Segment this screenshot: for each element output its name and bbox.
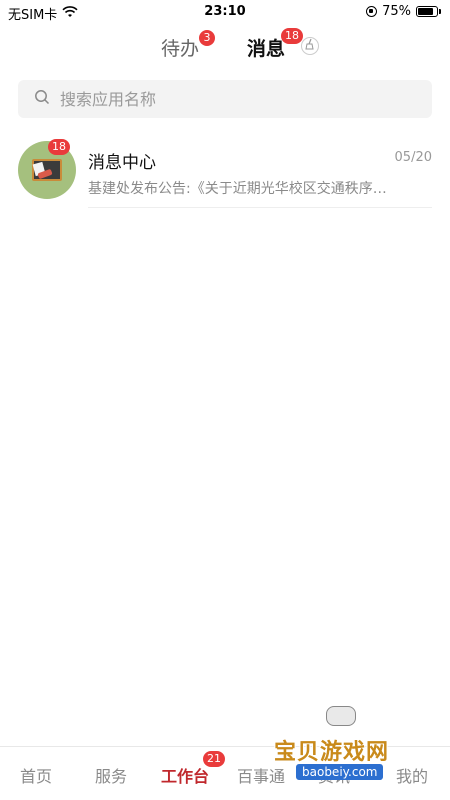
- status-right: 75%: [366, 4, 441, 19]
- tab-messages[interactable]: 消息 18: [247, 28, 303, 61]
- item-title: 消息中心: [88, 153, 156, 173]
- gamepad-icon: [326, 706, 356, 726]
- search-icon: [34, 89, 50, 109]
- orientation-lock-icon: [366, 6, 378, 17]
- nav-home[interactable]: 首页: [20, 763, 52, 787]
- status-bar: 无SIM卡 23:10 75%: [0, 0, 450, 24]
- nav-workbench-badge: 21: [203, 751, 225, 767]
- item-preview: 基建处发布公告:《关于近期光华校区交通秩序…: [88, 181, 387, 197]
- tab-messages-badge: 18: [281, 28, 303, 44]
- item-date: 05/20: [394, 150, 432, 165]
- nav-mine-label: 我的: [396, 767, 429, 786]
- tab-todo[interactable]: 待办 3: [161, 30, 215, 61]
- nav-news-label: 资讯: [318, 767, 351, 786]
- battery-icon: [416, 6, 441, 17]
- nav-baishitong-label: 百事通: [237, 767, 286, 786]
- nav-service[interactable]: 服务: [95, 763, 127, 787]
- nav-workbench[interactable]: 工作台 21: [161, 751, 225, 787]
- bottom-nav: 首页 服务 工作台 21 百事通 资讯 我的: [0, 746, 450, 800]
- top-tabs: 待办 3 消息 18: [0, 28, 450, 68]
- screen: 无SIM卡 23:10 75% 待办 3 消息 18 搜索应用名称 18 消息中…: [0, 0, 450, 800]
- tab-todo-badge: 3: [199, 30, 215, 46]
- battery-fill: [418, 8, 433, 15]
- nav-mine[interactable]: 我的: [396, 763, 428, 787]
- announcement-board-icon: 18: [18, 139, 76, 199]
- divider: [88, 207, 432, 208]
- message-list: 18 消息中心 05/20 基建处发布公告:《关于近期光华校区交通秩序…: [0, 132, 450, 208]
- unread-badge: 18: [48, 139, 70, 155]
- battery-percent: 75%: [382, 4, 411, 19]
- nav-baishitong[interactable]: 百事通: [237, 763, 285, 787]
- nav-news[interactable]: 资讯: [318, 763, 350, 787]
- tab-todo-label: 待办: [161, 38, 200, 60]
- nav-service-label: 服务: [95, 767, 128, 786]
- nav-workbench-label: 工作台: [161, 767, 210, 786]
- search-bar[interactable]: [18, 80, 432, 118]
- tab-messages-label: 消息: [247, 38, 286, 60]
- list-item-message-center[interactable]: 18 消息中心 05/20 基建处发布公告:《关于近期光华校区交通秩序…: [0, 132, 450, 208]
- search-input[interactable]: [60, 89, 400, 109]
- broom-icon[interactable]: [301, 37, 319, 55]
- nav-home-label: 首页: [20, 767, 53, 786]
